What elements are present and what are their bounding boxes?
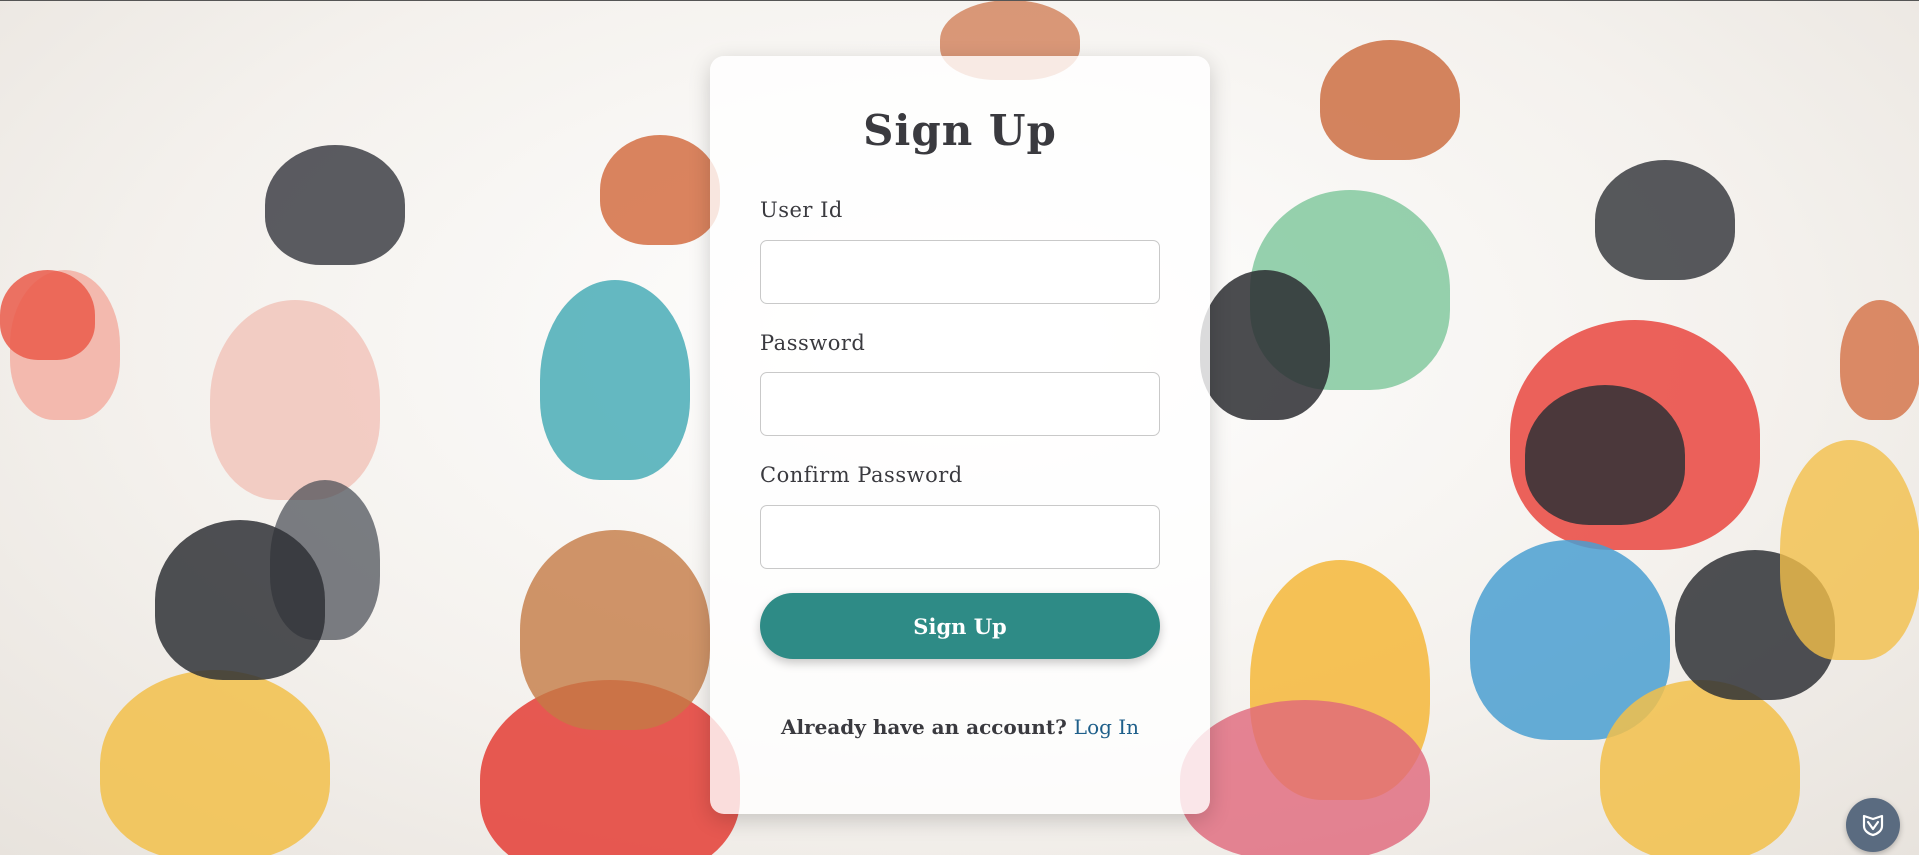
shield-v-glyph — [1862, 814, 1884, 837]
top-border — [0, 0, 1919, 1]
login-prompt: Already have an account? Log In — [710, 715, 1210, 739]
shield-v-icon[interactable] — [1846, 798, 1900, 852]
page-title: Sign Up — [863, 106, 1057, 155]
confirm-password-input[interactable] — [760, 505, 1160, 569]
signup-card: Sign Up User Id Password Confirm Passwor… — [710, 56, 1210, 814]
login-link[interactable]: Log In — [1074, 715, 1139, 739]
password-label: Password — [760, 331, 866, 355]
confirm-password-label: Confirm Password — [760, 463, 963, 487]
password-input[interactable] — [760, 372, 1160, 436]
user-id-label: User Id — [760, 198, 843, 222]
signup-button[interactable]: Sign Up — [760, 593, 1160, 659]
login-prompt-text: Already have an account? — [780, 715, 1067, 739]
user-id-input[interactable] — [760, 240, 1160, 304]
